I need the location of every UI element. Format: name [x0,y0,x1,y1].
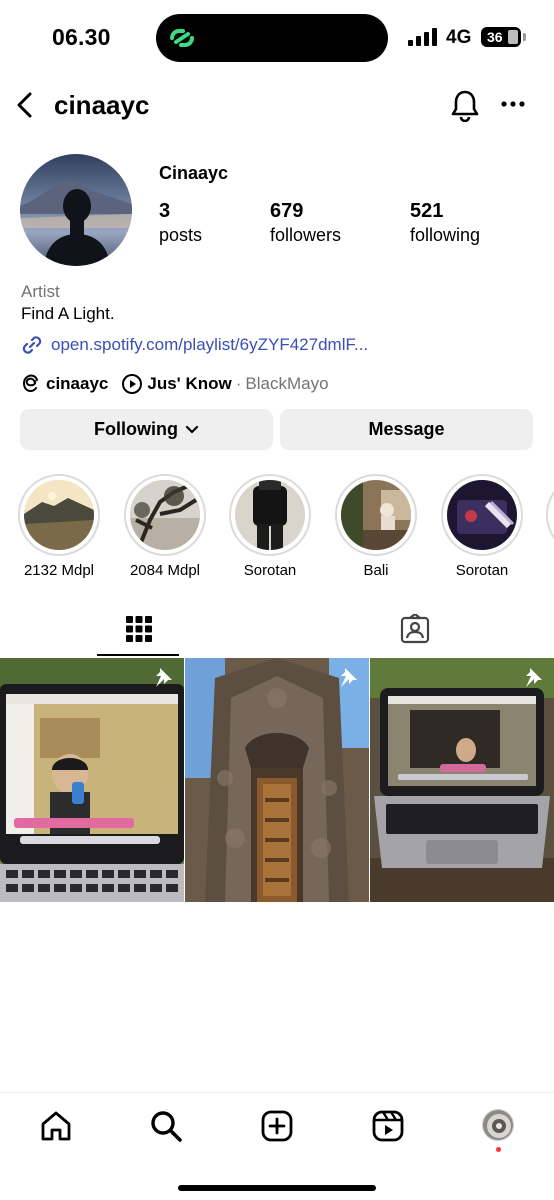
threads-username[interactable]: cinaayc [46,374,108,394]
bottom-nav [0,1092,554,1200]
highlight-item[interactable]: Bali [334,474,418,579]
highlight-item-partial[interactable] [545,474,554,556]
search-icon[interactable] [149,1109,183,1143]
posts-count: 3 [159,200,171,222]
profile-avatar[interactable] [20,154,132,266]
following-label: following [410,225,481,245]
threads-music-row: cinaayc Jus' Know · BlackMayo [21,371,329,397]
status-bar: 06.30 4G 36 [0,0,554,76]
display-name: Cinaayc [159,163,229,183]
home-icon[interactable] [39,1109,73,1143]
following-button[interactable]: Following [20,409,273,450]
highlight-thumbnail [341,480,411,550]
create-icon[interactable] [260,1109,294,1143]
status-time: 06.30 [52,24,111,50]
chevron-down-icon [185,425,199,433]
signal-icon [408,28,437,46]
home-indicator [178,1185,376,1191]
back-icon[interactable] [14,90,36,120]
followers-label: followers [270,225,342,245]
song-separator: · [235,374,242,393]
call-link-icon [170,29,194,47]
profile-tabs [0,604,554,658]
more-icon[interactable] [500,94,526,114]
active-tab-indicator [97,654,179,656]
dynamic-island [156,14,388,62]
profile-link-text[interactable]: open.spotify.com/playlist/6yZYF427dmlF..… [51,335,368,355]
network-type: 4G [446,27,472,48]
highlight-label: Bali [363,562,389,579]
profile-category: Artist [21,282,60,301]
profile-bio: Find A Light. [21,304,115,323]
link-icon [22,336,42,354]
highlight-item[interactable]: Sorotan [228,474,312,579]
pin-icon [156,668,172,687]
followers-count: 679 [270,200,304,222]
post-thumbnail[interactable] [370,658,554,902]
profile-header: cinaayc [0,80,554,130]
bell-icon[interactable] [450,88,480,122]
profile-link[interactable]: open.spotify.com/playlist/6yZYF427dmlF..… [21,332,368,358]
following-button-label: Following [94,419,178,439]
post-thumbnail[interactable] [0,658,184,902]
notification-dot [496,1147,501,1152]
stat-posts[interactable]: 3 posts [159,200,202,246]
pin-icon [526,668,542,687]
highlight-label: 2132 Mdpl [23,562,95,579]
threads-icon[interactable] [21,374,41,394]
following-count: 521 [410,200,444,222]
highlight-thumbnail [130,480,200,550]
post-thumbnail[interactable] [185,658,369,902]
stat-following[interactable]: 521 following [410,200,480,246]
music-play-icon[interactable] [121,373,143,395]
battery-icon: 36 [481,27,521,47]
highlight-thumbnail [235,480,305,550]
highlight-item[interactable]: 2084 Mdpl [123,474,207,579]
highlight-label: 2084 Mdpl [129,562,201,579]
profile-song-title[interactable]: Jus' Know [147,374,231,394]
highlight-thumbnail [24,480,94,550]
tagged-icon[interactable] [400,614,430,644]
message-button-label: Message [368,419,445,439]
profile-song-artist: BlackMayo [245,374,329,393]
pin-icon [341,668,357,687]
battery-level: 36 [487,29,503,45]
stat-followers[interactable]: 679 followers [270,200,341,246]
highlight-item[interactable]: Sorotan [440,474,524,579]
message-button[interactable]: Message [280,409,533,450]
highlight-thumbnail [447,480,517,550]
highlight-label: Sorotan [243,562,297,579]
story-highlights: 2132 Mdpl 2084 Mdpl Sorotan Bali Sorotan [0,474,554,584]
posts-label: posts [159,225,203,245]
highlight-label: Sorotan [455,562,509,579]
profile-username: cinaayc [54,90,150,120]
profile-avatar-nav[interactable] [482,1109,514,1141]
battery-nub [523,33,526,41]
highlight-item[interactable]: 2132 Mdpl [17,474,101,579]
grid-icon[interactable] [126,616,152,642]
reels-icon[interactable] [371,1109,405,1143]
